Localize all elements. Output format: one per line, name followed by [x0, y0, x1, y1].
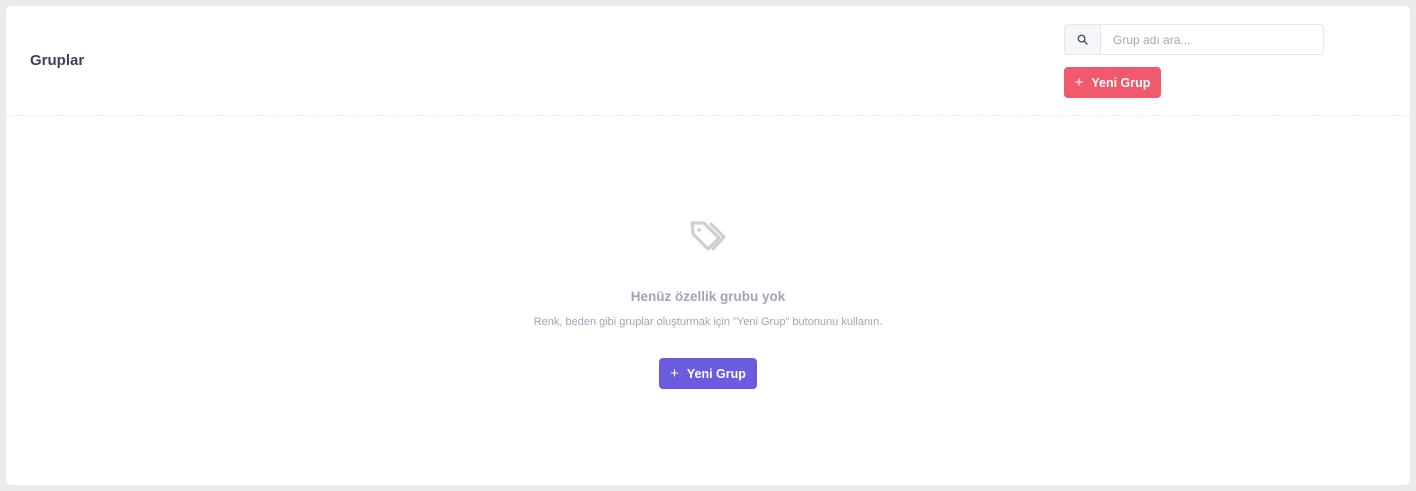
new-group-button[interactable]: + Yeni Grup — [1064, 67, 1161, 98]
groups-card: Gruplar + Yeni Grup — [6, 6, 1410, 485]
empty-state: Henüz özellik grubu yok Renk, beden gibi… — [6, 216, 1410, 389]
plus-icon: + — [1074, 74, 1084, 91]
new-group-button-label: Yeni Grup — [1091, 75, 1151, 90]
empty-state-title: Henüz özellik grubu yok — [630, 289, 786, 304]
search-icon — [1065, 25, 1101, 54]
empty-new-group-button-label: Yeni Grup — [686, 366, 746, 381]
page-title: Gruplar — [30, 52, 85, 69]
search-group — [1064, 24, 1324, 55]
card-header: Gruplar + Yeni Grup — [6, 6, 1410, 116]
plus-icon: + — [670, 365, 679, 382]
search-input[interactable] — [1101, 25, 1323, 54]
toolbar: + Yeni Grup — [1064, 24, 1324, 98]
tags-icon — [686, 216, 730, 256]
empty-state-action: + Yeni Grup — [6, 358, 1410, 389]
empty-state-description: Renk, beden gibi gruplar oluşturmak için… — [533, 316, 883, 328]
empty-new-group-button[interactable]: + Yeni Grup — [659, 358, 757, 389]
